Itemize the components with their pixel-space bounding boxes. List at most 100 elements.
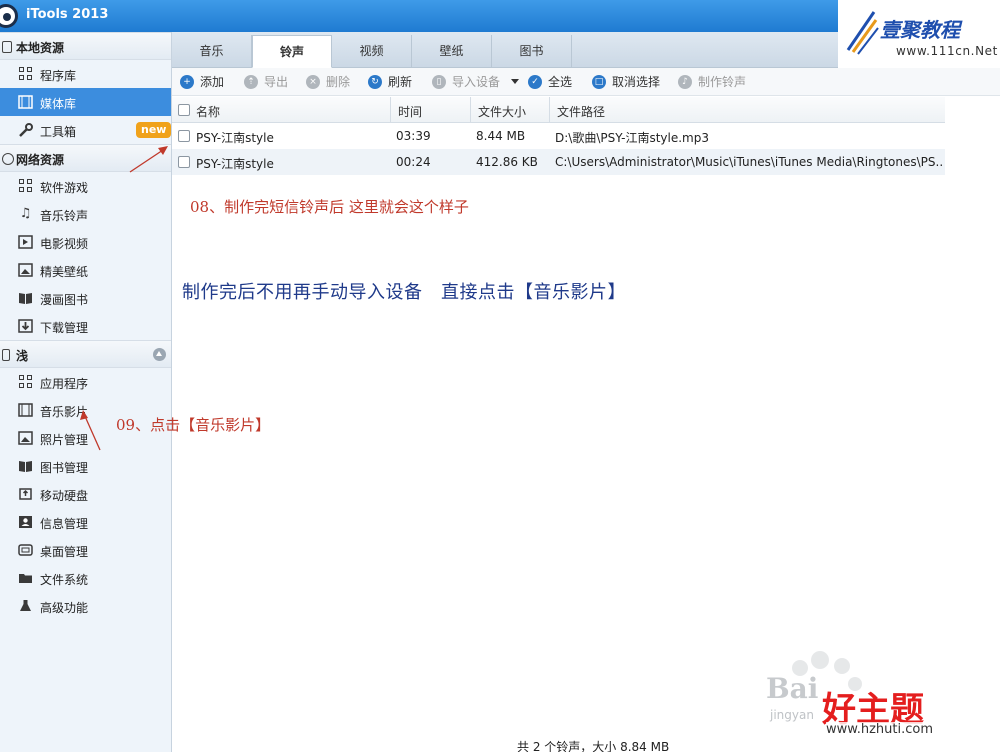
sidebar-item-info-manager[interactable]: 信息管理 <box>0 508 171 536</box>
tab-books[interactable]: 图书 <box>492 35 572 68</box>
section-local-resources[interactable]: 本地资源 <box>0 32 171 60</box>
sidebar-item-label: 软件游戏 <box>40 181 89 195</box>
sidebar-item-label: 下载管理 <box>40 321 89 335</box>
cell-size: 8.44 MB <box>476 129 526 143</box>
section-network-resources[interactable]: 网络资源 <box>0 144 171 172</box>
sidebar-item-software-games[interactable]: 软件游戏 <box>0 172 171 200</box>
sidebar-item-applications[interactable]: 应用程序 <box>0 368 171 396</box>
annotation-instruction: 制作完后不用再手动导入设备 直接点击【音乐影片】 <box>182 282 626 303</box>
cell-path: C:\Users\Administrator\Music\iTunes\iTun… <box>555 155 943 169</box>
sidebar-item-label: 音乐影片 <box>40 405 89 419</box>
usb-icon <box>18 487 33 501</box>
column-time[interactable]: 时间 <box>398 103 422 120</box>
chevron-down-icon[interactable] <box>511 79 519 84</box>
media-tabs: 音乐 铃声 视频 壁纸 图书 <box>172 32 838 68</box>
sidebar-item-mobile-disk[interactable]: 移动硬盘 <box>0 480 171 508</box>
contact-icon <box>18 515 33 529</box>
sidebar-item-media-library[interactable]: 媒体库 <box>0 88 171 116</box>
export-icon: ⇡ <box>244 75 258 89</box>
computer-icon <box>2 41 12 53</box>
sidebar-item-toolbox[interactable]: 工具箱 new <box>0 116 172 144</box>
sidebar-item-label: 工具箱 <box>40 125 77 139</box>
sidebar-item-download-manager[interactable]: 下载管理 <box>0 312 171 340</box>
sidebar-item-label: 移动硬盘 <box>40 489 89 503</box>
annotation-step-08: 08、制作完短信铃声后 这里就会这个样子 <box>190 198 469 216</box>
music-icon: ♫ <box>19 206 32 221</box>
sidebar-item-comics-books[interactable]: 漫画图书 <box>0 284 171 312</box>
column-size[interactable]: 文件大小 <box>478 103 526 120</box>
section-device[interactable]: 浅 <box>0 340 171 368</box>
sidebar-item-music-ringtones[interactable]: ♫ 音乐铃声 <box>0 200 171 228</box>
app-title: iTools 2013 <box>26 7 109 22</box>
tab-video[interactable]: 视频 <box>332 35 412 68</box>
film-icon <box>18 95 33 109</box>
cell-name: PSY-江南style <box>196 131 274 145</box>
grid-icon <box>18 179 33 193</box>
watermark-url: www.111cn.Net <box>896 44 998 58</box>
sidebar-item-movies-videos[interactable]: 电影视频 <box>0 228 171 256</box>
watermark-111cn: 壹聚教程 www.111cn.Net <box>838 0 1000 66</box>
itools-logo-icon <box>0 4 18 28</box>
select-all-checkbox[interactable] <box>178 104 190 116</box>
grid-icon <box>18 67 33 81</box>
section-label: 浅 <box>16 349 29 363</box>
row-checkbox[interactable] <box>178 156 190 168</box>
device-icon: ▯ <box>432 75 446 89</box>
sidebar-item-desktop-manager[interactable]: 桌面管理 <box>0 536 171 564</box>
desktop-icon <box>18 543 33 557</box>
phone-icon <box>2 349 10 361</box>
ringtone-table: 名称 时间 文件大小 文件路径 PSY-江南style 03:39 8.44 M… <box>172 97 945 175</box>
image-icon <box>18 431 33 445</box>
section-label: 本地资源 <box>16 41 65 55</box>
sidebar-item-advanced[interactable]: 高级功能 <box>0 592 171 620</box>
sidebar-item-label: 漫画图书 <box>40 293 89 307</box>
wrench-icon <box>18 123 33 137</box>
cell-time: 03:39 <box>396 129 431 143</box>
sidebar-item-label: 音乐铃声 <box>40 209 89 223</box>
table-header: 名称 时间 文件大小 文件路径 <box>172 97 945 123</box>
delete-icon: × <box>306 75 320 89</box>
table-row[interactable]: PSY-江南style 00:24 412.86 KB C:\Users\Adm… <box>172 149 945 175</box>
watermark-jingyan: jingyan <box>770 708 814 722</box>
table-row[interactable]: PSY-江南style 03:39 8.44 MB D:\歌曲\PSY-江南st… <box>172 123 945 149</box>
collapse-icon[interactable] <box>153 348 166 361</box>
column-name[interactable]: 名称 <box>196 103 220 120</box>
sidebar-item-file-system[interactable]: 文件系统 <box>0 564 171 592</box>
sidebar-item-label: 图书管理 <box>40 461 89 475</box>
sidebar: 本地资源 程序库 媒体库 工具箱 new 网络资源 软件游戏 ♫ 音乐铃声 电影… <box>0 32 172 752</box>
add-icon: + <box>180 75 194 89</box>
video-icon <box>18 235 33 249</box>
tab-music[interactable]: 音乐 <box>172 35 252 68</box>
status-text: 共 2 个铃声，大小 8.84 MB <box>517 740 670 752</box>
check-icon: ✓ <box>528 75 542 89</box>
section-label: 网络资源 <box>16 153 65 167</box>
status-bar: 共 2 个铃声，大小 8.84 MB <box>172 740 1000 752</box>
cell-name: PSY-江南style <box>196 157 274 171</box>
folder-icon <box>18 571 33 585</box>
sidebar-item-label: 桌面管理 <box>40 545 89 559</box>
sidebar-item-label: 高级功能 <box>40 601 89 615</box>
refresh-icon: ↻ <box>368 75 382 89</box>
sidebar-item-book-manager[interactable]: 图书管理 <box>0 452 171 480</box>
sidebar-item-label: 程序库 <box>40 69 77 83</box>
download-icon <box>18 319 33 333</box>
book-icon <box>18 459 33 473</box>
deselect-icon: □ <box>592 75 606 89</box>
sidebar-item-label: 媒体库 <box>40 97 77 111</box>
tab-ringtones[interactable]: 铃声 <box>252 35 332 68</box>
film-icon <box>18 403 33 417</box>
annotation-step-09: 09、点击【音乐影片】 <box>116 416 271 434</box>
sidebar-item-label: 应用程序 <box>40 377 89 391</box>
column-path[interactable]: 文件路径 <box>557 103 605 120</box>
sidebar-item-wallpapers[interactable]: 精美壁纸 <box>0 256 171 284</box>
sidebar-item-label: 电影视频 <box>40 237 89 251</box>
sidebar-item-app-library[interactable]: 程序库 <box>0 60 171 88</box>
tab-wallpaper[interactable]: 壁纸 <box>412 35 492 68</box>
grid-icon <box>18 375 33 389</box>
watermark-baidu: Bai <box>766 672 819 705</box>
toolbar: + 添加 ⇡ 导出 × 删除 ↻ 刷新 ▯ 导入设备 ✓ 全选 □ 取消选择 ♪… <box>172 68 1000 96</box>
cell-size: 412.86 KB <box>476 155 538 169</box>
cell-path: D:\歌曲\PSY-江南style.mp3 <box>555 131 709 145</box>
sidebar-item-label: 精美壁纸 <box>40 265 89 279</box>
row-checkbox[interactable] <box>178 130 190 142</box>
